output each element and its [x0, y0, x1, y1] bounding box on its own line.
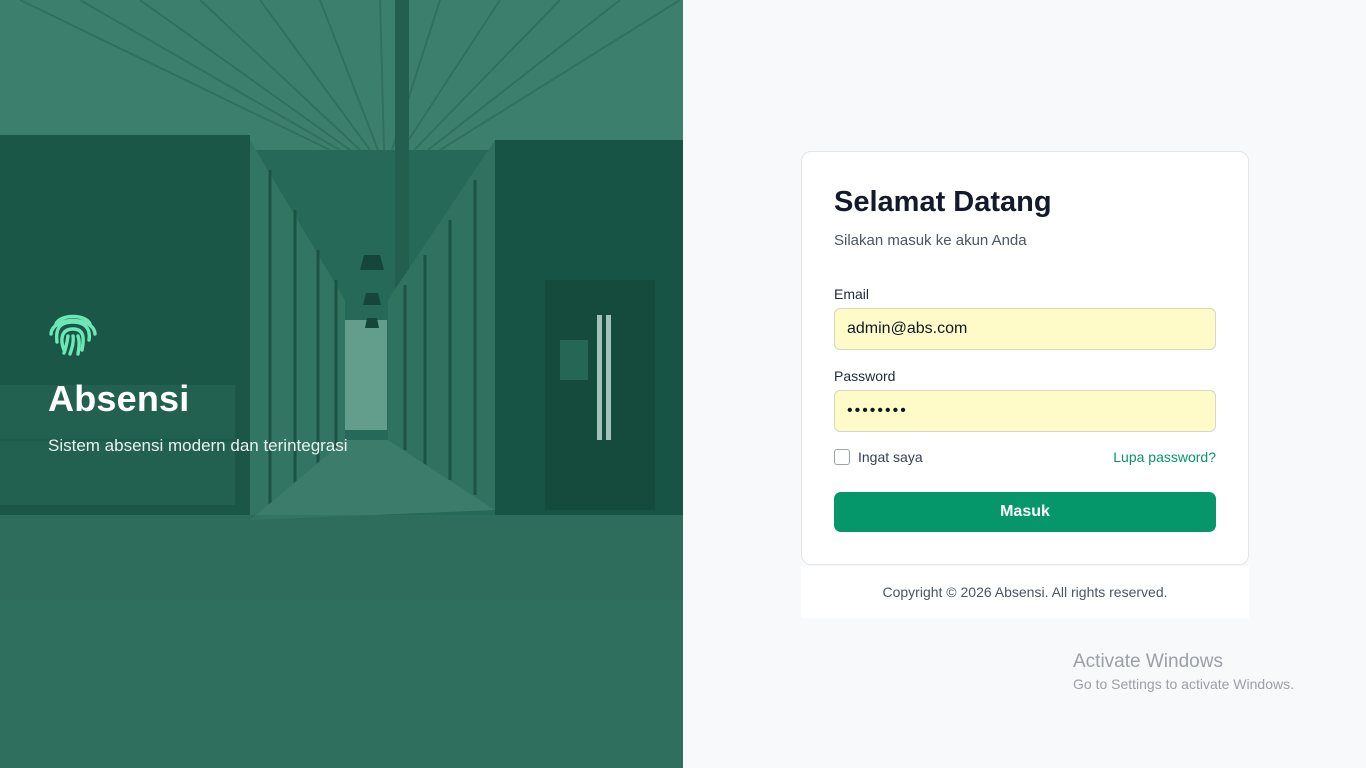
login-subtitle: Silakan masuk ke akun Anda — [834, 232, 1027, 249]
brand-subtitle: Sistem absensi modern dan terintegrasi — [48, 436, 348, 455]
email-field[interactable] — [834, 308, 1216, 350]
activate-windows-watermark: Activate Windows Go to Settings to activ… — [1073, 651, 1294, 692]
watermark-title: Activate Windows — [1073, 651, 1223, 672]
forgot-password-link[interactable]: Lupa password? — [1113, 449, 1216, 465]
watermark-subtitle: Go to Settings to activate Windows. — [1073, 676, 1294, 692]
email-label: Email — [834, 286, 870, 302]
hero-panel: Absensi Sistem absensi modern dan terint… — [0, 0, 683, 768]
login-card: Selamat Datang Silakan masuk ke akun And… — [801, 151, 1249, 565]
brand-title: Absensi — [48, 378, 190, 419]
remember-checkbox[interactable] — [834, 449, 850, 465]
fingerprint-icon — [49, 314, 97, 356]
remember-me[interactable]: Ingat saya — [834, 449, 923, 465]
brand-block: Absensi Sistem absensi modern dan terint… — [48, 306, 348, 455]
remember-label: Ingat saya — [858, 449, 923, 465]
copyright-text: Copyright © 2026 Absensi. All rights res… — [882, 584, 1168, 600]
password-field[interactable] — [834, 390, 1216, 432]
login-panel: Selamat Datang Silakan masuk ke akun And… — [683, 0, 1366, 768]
password-label: Password — [834, 368, 896, 384]
login-button[interactable]: Masuk — [834, 492, 1216, 532]
footer: Copyright © 2026 Absensi. All rights res… — [801, 566, 1249, 618]
login-title: Selamat Datang — [834, 186, 1052, 218]
